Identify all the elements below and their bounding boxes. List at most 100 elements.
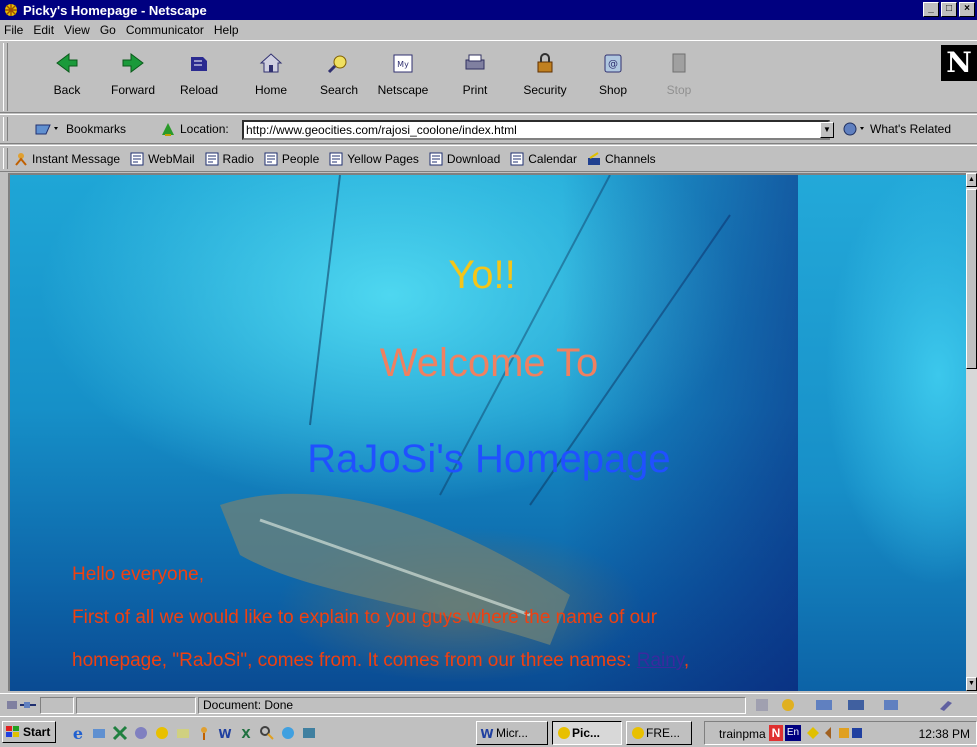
person-icon: [15, 152, 27, 166]
stop-button[interactable]: Stop: [650, 47, 708, 109]
netscape-quicklaunch-icon[interactable]: [154, 725, 170, 741]
tray-icons[interactable]: [805, 725, 865, 741]
minimize-button[interactable]: _: [923, 2, 939, 17]
instant-message-label: Instant Message: [32, 151, 121, 166]
home-button[interactable]: Home: [242, 47, 300, 109]
vertical-scrollbar[interactable]: ▲ ▼: [966, 173, 977, 691]
scroll-up-button[interactable]: ▲: [966, 173, 977, 187]
aim-icon[interactable]: [196, 725, 212, 741]
stop-label: Stop: [666, 83, 692, 97]
channels-label: Channels: [604, 151, 656, 166]
task-netscape-picky[interactable]: Pic...: [552, 721, 622, 745]
connection-status-icon: [7, 701, 36, 709]
location-grip[interactable]: [3, 117, 8, 141]
whats-related-icon: [843, 122, 864, 136]
intro-comma: ,: [683, 650, 690, 671]
whats-related-button[interactable]: What's Related: [842, 121, 951, 137]
intro-paragraph-line1: First of all we would like to explain to…: [72, 607, 658, 628]
location-label-group: Location:: [160, 121, 229, 137]
progress-field: [40, 697, 74, 714]
channels-icon: [587, 151, 600, 165]
maximize-button[interactable]: □: [941, 2, 957, 17]
reload-button[interactable]: Reload: [170, 47, 228, 109]
menu-communicator[interactable]: Communicator: [126, 23, 204, 37]
forward-label: Forward: [110, 83, 155, 97]
svg-text:W: W: [480, 727, 493, 740]
reload-icon: [191, 57, 207, 71]
explorer-icon[interactable]: [280, 725, 296, 741]
windows-taskbar: Start e W X W Micr... Pic... FRE... trai…: [0, 716, 977, 747]
word-icon[interactable]: W: [217, 725, 233, 741]
shop-label: Shop: [598, 83, 628, 97]
shop-button[interactable]: @ Shop: [584, 47, 642, 109]
menu-edit[interactable]: Edit: [33, 23, 54, 37]
url-dropdown-button[interactable]: ▼: [820, 122, 834, 138]
back-button[interactable]: Back: [38, 47, 96, 109]
windows-logo-icon: [6, 726, 19, 737]
intro-paragraph-line2: homepage, "RaJoSi", comes from. It comes…: [72, 639, 892, 682]
heading-rajosi-homepage: RaJoSi's Homepage: [307, 437, 671, 481]
netscape-task-icon: [632, 727, 644, 739]
instant-message-link[interactable]: Instant Message: [14, 152, 120, 166]
scroll-thumb[interactable]: [966, 189, 977, 369]
tray-app-label[interactable]: trainpma: [719, 727, 766, 741]
printer-icon: [465, 54, 485, 70]
security-button[interactable]: Security: [516, 47, 574, 109]
channels-link[interactable]: Channels: [587, 152, 656, 166]
netscape-logo[interactable]: N: [941, 45, 977, 81]
menu-view[interactable]: View: [64, 23, 90, 37]
location-label: Location:: [180, 122, 229, 136]
print-label: Print: [462, 83, 488, 97]
show-desktop-icon[interactable]: [301, 725, 317, 741]
svg-text:W: W: [218, 727, 231, 741]
quicklaunch-tool-icon[interactable]: [133, 725, 149, 741]
menu-help[interactable]: Help: [214, 23, 239, 37]
language-indicator[interactable]: En: [785, 725, 801, 741]
window-title: Picky's Homepage - Netscape: [23, 2, 207, 18]
outlook-express-icon[interactable]: [91, 725, 107, 741]
download-label: Download: [446, 151, 501, 166]
page-content[interactable]: Yo!! Welcome To RaJoSi's Homepage Hello …: [8, 173, 966, 691]
netscape-button[interactable]: My Netscape: [374, 47, 432, 109]
reload-label: Reload: [179, 83, 219, 97]
task-word[interactable]: W Micr...: [476, 721, 548, 745]
page-proxy-icon[interactable]: [160, 121, 176, 137]
netscape-task-icon: [558, 727, 570, 739]
search-button[interactable]: Search: [310, 47, 368, 109]
task-netscape-free[interactable]: FRE...: [626, 721, 692, 745]
bookmarks-button[interactable]: Bookmarks: [34, 121, 126, 137]
component-bar-icons[interactable]: [754, 697, 974, 713]
clock: 12:38 PM: [918, 727, 970, 741]
close-button[interactable]: ×: [959, 2, 975, 17]
find-icon[interactable]: [259, 725, 275, 741]
menu-go[interactable]: Go: [100, 23, 116, 37]
shop-icon: @: [604, 54, 622, 73]
rainy-link[interactable]: Rainy: [637, 650, 684, 671]
toolbar-grip[interactable]: [3, 43, 8, 111]
internet-explorer-icon[interactable]: e: [70, 725, 86, 741]
paint-icon[interactable]: [175, 725, 191, 741]
start-button[interactable]: Start: [2, 721, 56, 743]
radio-link[interactable]: Radio: [205, 152, 254, 166]
scroll-down-button[interactable]: ▼: [966, 677, 977, 691]
location-url-input[interactable]: http://www.geocities.com/rajosi_coolone/…: [242, 120, 830, 140]
title-bar: Picky's Homepage - Netscape _ □ ×: [0, 0, 977, 20]
forward-button[interactable]: Forward: [104, 47, 162, 109]
system-tray: trainpma N En 12:38 PM: [704, 721, 977, 745]
menu-file[interactable]: File: [4, 23, 23, 37]
yellow-pages-link[interactable]: Yellow Pages: [329, 152, 419, 166]
people-link[interactable]: People: [264, 152, 319, 166]
webmail-link[interactable]: WebMail: [130, 152, 195, 166]
bookmark-page-icon: [205, 152, 219, 165]
excel-quicklaunch-icon[interactable]: X: [238, 725, 254, 741]
bookmarks-label: Bookmarks: [66, 122, 127, 136]
svg-text:@: @: [608, 59, 618, 70]
home-icon: [259, 53, 283, 73]
print-button[interactable]: Print: [446, 47, 504, 109]
netscape-tray-icon[interactable]: N: [769, 725, 783, 741]
calendar-link[interactable]: Calendar: [510, 152, 577, 166]
netscape-window: Picky's Homepage - Netscape _ □ × File E…: [0, 0, 977, 747]
excel-icon[interactable]: [112, 725, 128, 741]
personal-grip[interactable]: [3, 148, 8, 169]
download-link[interactable]: Download: [429, 152, 500, 166]
